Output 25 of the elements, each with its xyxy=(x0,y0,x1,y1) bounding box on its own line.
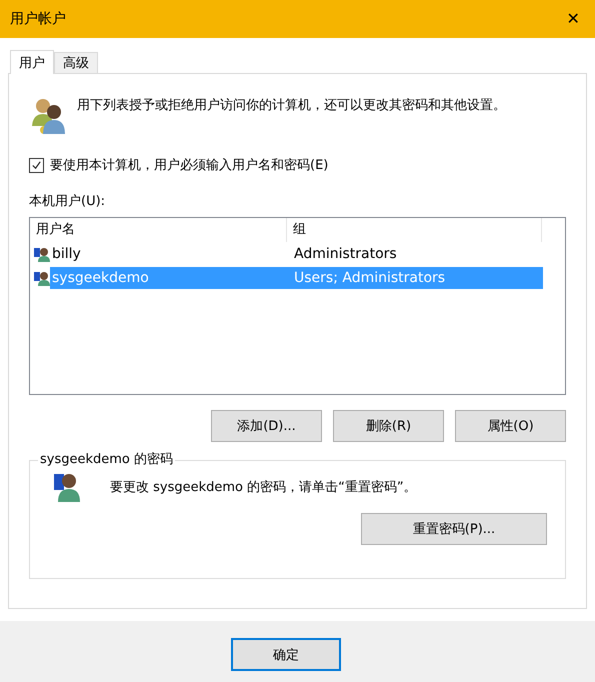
group-title: sysgeekdemo 的密码 xyxy=(38,450,176,468)
column-header[interactable]: 用户名 xyxy=(30,218,287,242)
description-text: 用下列表授予或拒绝用户访问你的计算机，还可以更改其密码和其他设置。 xyxy=(77,97,507,115)
action-button[interactable]: 属性(O) xyxy=(455,410,566,442)
action-button[interactable]: 删除(R) xyxy=(333,410,444,442)
user-icon xyxy=(34,270,50,286)
tab[interactable]: 用户 xyxy=(10,50,54,74)
ok-button[interactable]: 确定 xyxy=(231,638,341,671)
user-icon xyxy=(54,471,80,503)
action-button[interactable]: 添加(D)... xyxy=(211,410,322,442)
check-icon xyxy=(31,160,42,170)
table-cell-text: Administrators xyxy=(293,245,398,264)
list-label: 本机用户(U): xyxy=(29,193,106,210)
reset-password-button[interactable]: 重置密码(P)... xyxy=(361,513,547,545)
window-title: 用户帐户 xyxy=(10,10,66,28)
user-row[interactable]: billy xyxy=(50,243,288,265)
instruction-text: 要更改 sysgeekdemo 的密码，请单击“重置密码”。 xyxy=(110,479,417,496)
tab[interactable]: 高级 xyxy=(54,52,98,73)
close-button[interactable]: ✕ xyxy=(551,0,595,38)
checkbox[interactable] xyxy=(29,158,44,172)
checkbox-label: 要使用本计算机，用户必须输入用户名和密码(E) xyxy=(50,157,328,174)
table-cell: Users; Administrators xyxy=(288,267,543,289)
users-icon xyxy=(31,96,65,136)
column-header[interactable]: 组 xyxy=(287,218,542,242)
user-icon xyxy=(34,246,50,262)
